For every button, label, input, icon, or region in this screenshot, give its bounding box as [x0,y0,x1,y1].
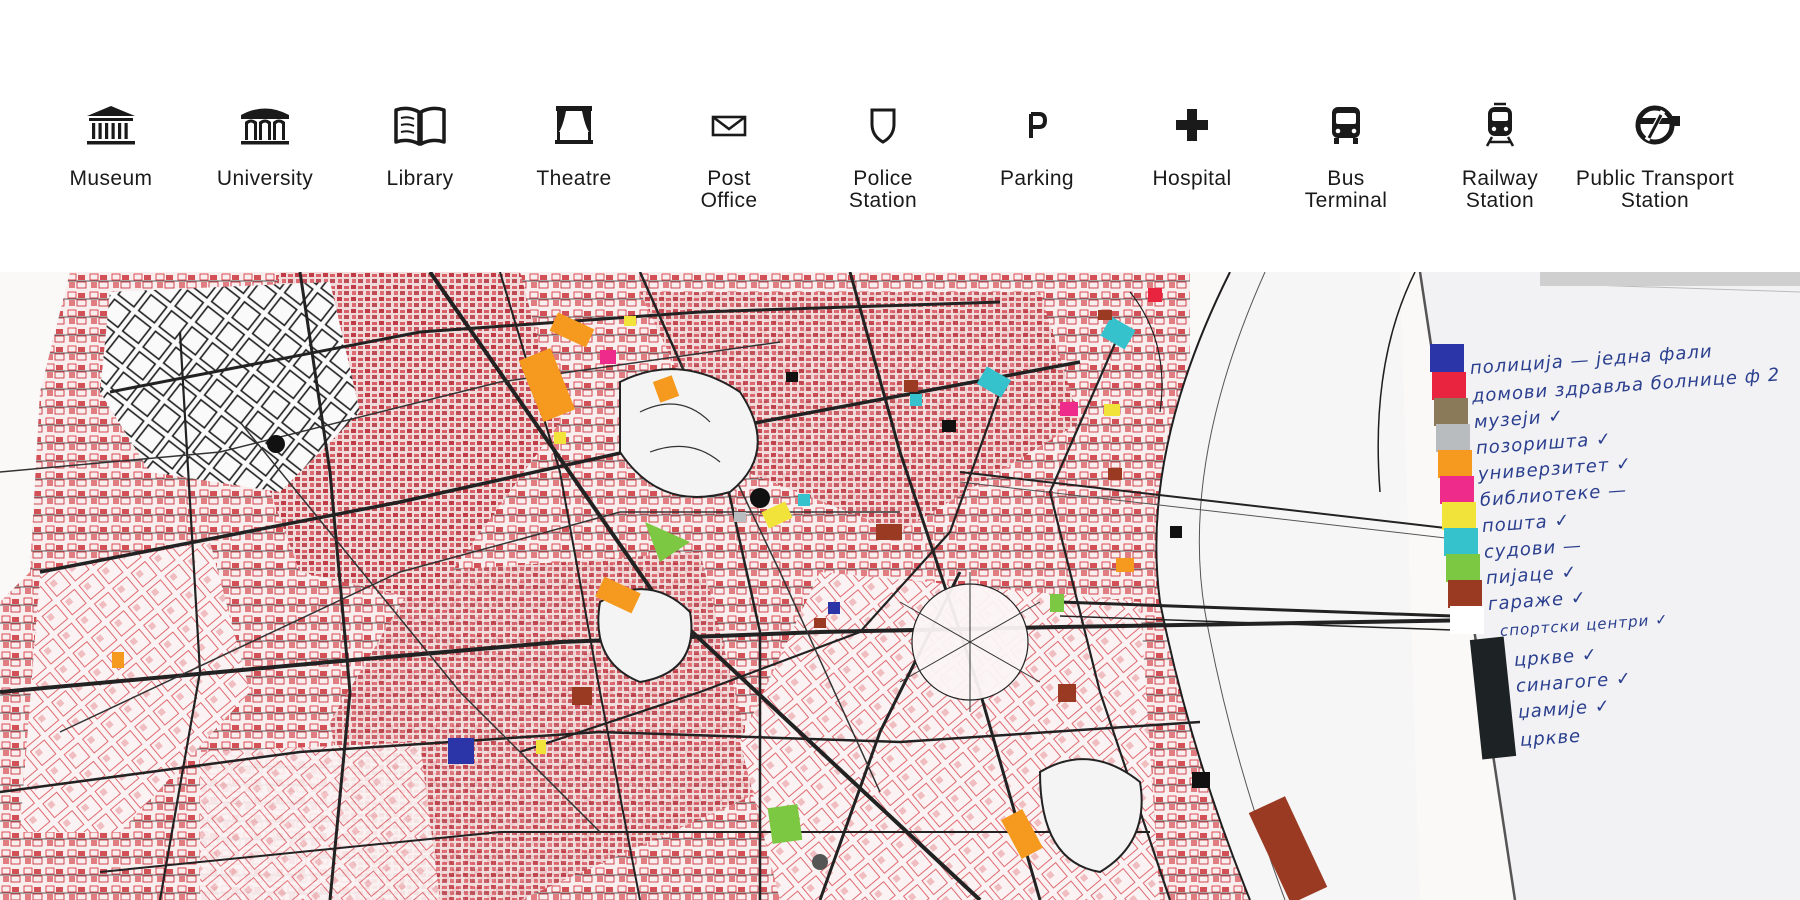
university-icon [237,100,293,150]
note-swatch [1436,424,1470,452]
legend-bar: Museum University Library Theatre Post O… [0,0,1800,272]
note-swatch [1446,554,1480,582]
note-swatch [1430,344,1464,372]
note-entry: цркве [1519,725,1582,751]
public-transport-icon [1627,100,1683,150]
theatre-curtain-icon [546,100,602,150]
note-swatch [1442,502,1476,530]
library-book-icon [392,100,448,150]
legend-label: Public Transport Station [1575,167,1735,212]
cross-icon [1164,100,1220,150]
note-swatch [1448,580,1482,608]
note-swatch [1432,372,1466,400]
museum-icon [83,100,139,150]
shield-icon [855,100,911,150]
parking-p-icon [1009,100,1065,150]
bus-icon [1318,100,1374,150]
city-map-photo: полиција — једна фали домови здравља бол… [0,272,1800,900]
note-swatch [1438,450,1472,478]
note-swatch [1450,606,1484,634]
note-swatch [1434,398,1468,426]
legend-item-public-transport-station: Public Transport Station [1555,100,1755,212]
note-swatch [1440,476,1474,504]
envelope-icon [701,100,757,150]
train-icon [1472,100,1528,150]
note-swatch [1444,528,1478,556]
